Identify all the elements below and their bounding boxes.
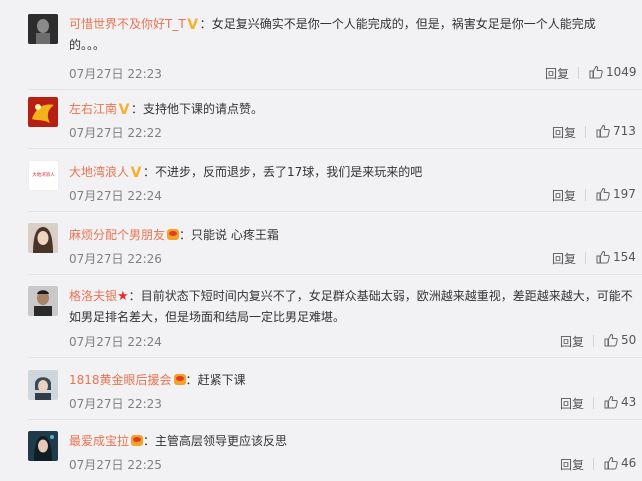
comment-time: 07月27日 22:22	[69, 126, 162, 140]
divider	[593, 397, 594, 409]
reply-button[interactable]: 回复	[545, 65, 569, 82]
avatar-brand-text: 大地湾浪人	[32, 172, 55, 178]
star-badge-icon: ★	[117, 289, 129, 304]
like-button[interactable]: 50	[604, 333, 636, 347]
comment-meta: 07月27日 22:26 回复 154	[69, 250, 642, 268]
reply-button[interactable]: 回复	[560, 395, 584, 412]
comment-text: 只能说 心疼王霜	[191, 228, 279, 242]
comment-meta: 07月27日 22:24 回复 197	[69, 187, 642, 205]
avatar[interactable]	[28, 286, 58, 316]
divider	[593, 335, 594, 347]
comment-time: 07月27日 22:24	[69, 335, 162, 349]
like-count: 154	[613, 250, 636, 264]
like-count: 50	[621, 333, 637, 347]
username-link[interactable]: 格洛夫银	[69, 289, 117, 303]
username-link[interactable]: 可惜世界不及你好T_T	[69, 17, 186, 31]
row-divider	[28, 89, 642, 90]
like-count: 1049	[606, 65, 637, 79]
like-button[interactable]: 154	[596, 250, 636, 264]
reply-button[interactable]: 回复	[560, 456, 584, 473]
comment-time: 07月27日 22:23	[69, 397, 162, 411]
comment-text: 支持他下课的请点赞。	[143, 102, 264, 116]
colon: ：	[199, 17, 212, 31]
comment-time: 07月27日 22:26	[69, 252, 162, 266]
reply-button[interactable]: 回复	[552, 124, 576, 141]
thumbs-up-icon	[596, 124, 610, 138]
avatar[interactable]	[28, 431, 58, 461]
avatar[interactable]	[28, 370, 58, 400]
crown-badge-icon	[173, 374, 186, 385]
row-divider	[28, 357, 642, 358]
like-count: 713	[613, 124, 636, 138]
comment-text: 赶紧下课	[197, 373, 246, 387]
comment-meta: 07月27日 22:23 回复 43	[69, 395, 642, 413]
colon: ：	[128, 289, 141, 303]
row-divider	[28, 274, 642, 275]
reply-button[interactable]: 回复	[552, 187, 576, 204]
comment-text-continued: 的。。。	[69, 38, 106, 52]
like-button[interactable]: 43	[604, 395, 636, 409]
like-button[interactable]: 713	[596, 124, 636, 138]
avatar[interactable]	[28, 97, 58, 127]
avatar[interactable]: 大地湾浪人	[28, 160, 59, 191]
comment-meta: 07月27日 22:24 回复 50	[69, 333, 642, 351]
avatar[interactable]	[28, 223, 58, 253]
thumbs-up-icon	[604, 456, 618, 470]
comment-text: 不进步，反而退步，丢了17球，我们是来玩来的吧	[155, 165, 423, 179]
like-button[interactable]: 1049	[589, 65, 637, 79]
comment-text-continued: 如男足排名差大，但是场面和结局一定比男足难堪。	[69, 310, 346, 324]
comment-time: 07月27日 22:23	[69, 67, 162, 81]
comment-text: 女足复兴确实不是你一个人能完成的，但是，祸害女足是你一个人能完成	[211, 17, 596, 31]
crown-badge-icon	[131, 435, 144, 446]
reply-button[interactable]: 回复	[552, 250, 576, 267]
comment-time: 07月27日 22:24	[69, 189, 162, 203]
like-button[interactable]: 197	[596, 187, 636, 201]
thumbs-up-icon	[596, 250, 610, 264]
v-badge-icon: V	[187, 17, 199, 33]
comment-time: 07月27日 22:25	[69, 458, 162, 472]
divider	[585, 189, 586, 201]
colon: ：	[131, 102, 144, 116]
reply-button[interactable]: 回复	[560, 333, 584, 350]
comment-meta: 07月27日 22:22 回复 713	[69, 124, 642, 142]
colon: ：	[143, 165, 156, 179]
divider	[585, 126, 586, 138]
comment-meta: 07月27日 22:23 回复 1049	[69, 65, 642, 83]
divider	[585, 252, 586, 264]
like-button[interactable]: 46	[604, 456, 636, 470]
comment-text: 目前状态下短时间内复兴不了，女足群众基础太弱，欧洲越来越重视，差距越来越大，可能…	[140, 289, 633, 303]
crown-badge-icon	[167, 229, 180, 240]
thumbs-up-icon	[596, 187, 610, 201]
colon: ：	[143, 434, 156, 448]
colon: ：	[185, 373, 198, 387]
username-link[interactable]: 1818黄金眼后援会	[69, 373, 172, 387]
row-divider	[28, 148, 642, 149]
username-link[interactable]: 大地湾浪人	[69, 165, 129, 179]
avatar[interactable]	[28, 14, 58, 44]
row-divider	[28, 211, 642, 212]
comment-text: 主管高层领导更应该反思	[155, 434, 288, 448]
like-count: 46	[621, 456, 637, 470]
v-badge-icon: V	[130, 165, 142, 181]
thumbs-up-icon	[589, 65, 603, 79]
v-badge-icon: V	[118, 102, 130, 118]
divider	[593, 458, 594, 470]
divider	[578, 67, 579, 79]
like-count: 43	[621, 395, 637, 409]
like-count: 197	[613, 187, 636, 201]
username-link[interactable]: 麻烦分配个男朋友	[69, 228, 165, 242]
colon: ：	[179, 228, 192, 242]
row-divider	[28, 419, 642, 420]
comment-meta: 07月27日 22:25 回复 46	[69, 456, 642, 474]
thumbs-up-icon	[604, 333, 618, 347]
comment-list: 可惜世界不及你好T_T V ：女足复兴确实不是你一个人能完成的，但是，祸害女足是你一…	[0, 0, 642, 481]
thumbs-up-icon	[604, 395, 618, 409]
username-link[interactable]: 最爱成宝拉	[69, 434, 129, 448]
username-link[interactable]: 左右江南	[69, 102, 117, 116]
